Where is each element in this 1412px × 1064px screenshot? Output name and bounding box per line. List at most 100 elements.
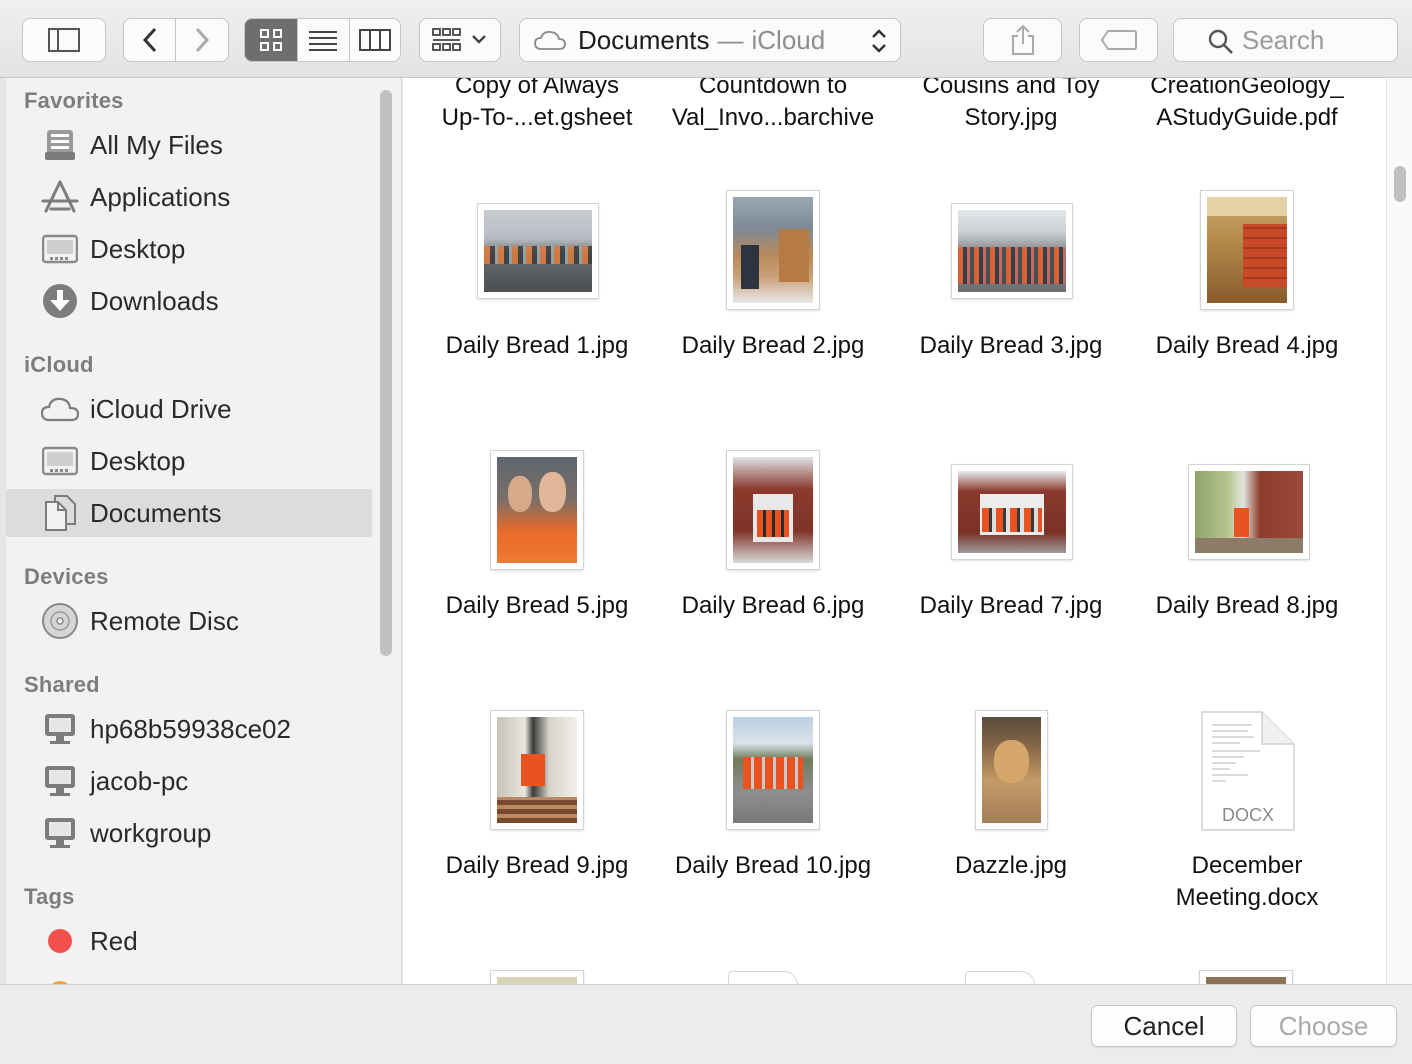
- file-label: Dazzle.jpg: [954, 852, 1068, 879]
- sidebar-item-tag-orange[interactable]: [6, 969, 372, 984]
- forward-button[interactable]: [176, 19, 228, 61]
- file-item[interactable]: Countdown to Val_Invo...barchive: [655, 78, 891, 134]
- arrange-button[interactable]: [419, 18, 501, 62]
- sidebar-item-label: hp68b59938ce02: [90, 713, 291, 744]
- icon-view-button[interactable]: [245, 19, 299, 61]
- sidebar-item-documents[interactable]: Documents: [6, 489, 372, 537]
- content-scrollbar[interactable]: [1386, 78, 1412, 984]
- file-label: Daily Bread 7.jpg: [919, 592, 1103, 619]
- file-label: Daily Bread 10.jpg: [674, 852, 872, 879]
- sidebar-item-remote-disc[interactable]: Remote Disc: [6, 597, 372, 645]
- sidebar-item-label: Remote Disc: [90, 605, 239, 636]
- cancel-button[interactable]: Cancel: [1091, 1005, 1237, 1047]
- file-name-line: Meeting.docx: [1175, 884, 1319, 911]
- applications-icon: [40, 177, 80, 217]
- chevron-down-icon: [472, 35, 486, 44]
- file-name-line: December: [1191, 852, 1303, 879]
- sidebar-item-downloads[interactable]: Downloads: [6, 277, 372, 325]
- desktop-icon: [40, 441, 80, 481]
- grid-icon: [260, 29, 283, 51]
- view-mode-control: [244, 18, 401, 62]
- image-thumbnail[interactable]: [976, 711, 1047, 829]
- arrange-grid-icon: [432, 28, 486, 51]
- file-name-line: Cousins and Toy: [922, 78, 1100, 99]
- file-name-line: Val_Invo...barchive: [671, 104, 875, 131]
- sidebar: Favorites All My Files Applications Desk…: [6, 78, 402, 984]
- file-label: Daily Bread 5.jpg: [445, 592, 629, 619]
- image-thumbnail[interactable]: [1189, 465, 1309, 559]
- sidebar-item-applications[interactable]: Applications: [6, 173, 372, 221]
- search-placeholder: Search: [1242, 24, 1325, 55]
- computer-icon: [40, 709, 80, 749]
- document-thumbnail[interactable]: [728, 971, 798, 984]
- chevron-right-icon: [195, 27, 210, 53]
- sidebar-toggle-button[interactable]: [22, 18, 106, 62]
- image-thumbnail[interactable]: [1200, 971, 1292, 984]
- all-files-icon: [40, 125, 80, 165]
- sidebar-item-label: All My Files: [90, 129, 223, 160]
- disc-icon: [40, 601, 80, 641]
- image-thumbnail[interactable]: [727, 191, 819, 309]
- file-name-line: Story.jpg: [964, 104, 1058, 131]
- cloud-icon: [40, 389, 80, 429]
- list-icon: [309, 31, 338, 51]
- search-field[interactable]: Search: [1173, 18, 1398, 62]
- sidebar-item-shared-jacob-pc[interactable]: jacob-pc: [6, 757, 372, 805]
- image-thumbnail[interactable]: [952, 204, 1072, 298]
- path-popup[interactable]: Documents — iCloud: [519, 18, 901, 62]
- image-thumbnail[interactable]: [491, 711, 583, 829]
- chevron-left-icon: [142, 27, 156, 53]
- file-label: Daily Bread 3.jpg: [919, 332, 1103, 359]
- choose-button[interactable]: Choose: [1250, 1005, 1397, 1047]
- back-button[interactable]: [124, 19, 177, 61]
- tag-button[interactable]: [1079, 18, 1158, 62]
- sidebar-item-label: Downloads: [90, 285, 219, 316]
- file-name-line: Up-To-...et.gsheet: [441, 104, 633, 131]
- dialog-footer: Cancel Choose: [0, 984, 1412, 1064]
- path-folder-name: Documents: [578, 24, 710, 55]
- docx-badge: DOCX: [1221, 805, 1274, 825]
- computer-icon: [40, 761, 80, 801]
- file-label: Daily Bread 2.jpg: [681, 332, 865, 359]
- file-item[interactable]: Copy of Always Up-To-...et.gsheet: [419, 78, 655, 134]
- image-thumbnail[interactable]: [727, 451, 819, 569]
- sidebar-item-tag-red[interactable]: Red: [6, 917, 372, 965]
- file-label: Daily Bread 6.jpg: [681, 592, 865, 619]
- sidebar-item-label: Desktop: [90, 233, 186, 264]
- document-thumbnail[interactable]: [965, 971, 1035, 984]
- tag-icon: [1100, 30, 1137, 50]
- back-forward-control: [123, 18, 229, 62]
- computer-icon: [40, 813, 80, 853]
- file-name-line: Countdown to: [698, 78, 848, 99]
- image-thumbnail[interactable]: [491, 451, 583, 569]
- file-name-line: CreationGeology_: [1150, 78, 1344, 99]
- scrollbar-thumb[interactable]: [1394, 166, 1406, 202]
- sidebar-item-all-my-files[interactable]: All My Files: [6, 121, 372, 169]
- image-thumbnail[interactable]: [478, 204, 598, 298]
- sidebar-item-shared-hp[interactable]: hp68b59938ce02: [6, 705, 372, 753]
- share-button[interactable]: [983, 18, 1062, 62]
- file-item[interactable]: CreationGeology_ AStudyGuide.pdf: [1129, 78, 1365, 134]
- file-name-line: Copy of Always: [454, 78, 620, 99]
- sidebar-item-desktop[interactable]: Desktop: [6, 225, 372, 273]
- image-thumbnail[interactable]: [727, 711, 819, 829]
- sidebar-item-icloud-desktop[interactable]: Desktop: [6, 437, 372, 485]
- columns-icon: [358, 29, 391, 51]
- image-thumbnail[interactable]: [952, 465, 1072, 559]
- sidebar-item-icloud-drive[interactable]: iCloud Drive: [6, 385, 372, 433]
- file-item[interactable]: Cousins and Toy Story.jpg: [893, 78, 1129, 134]
- section-heading-devices: Devices: [24, 564, 109, 589]
- column-view-button[interactable]: [350, 19, 400, 61]
- sidebar-item-label: Red: [90, 925, 138, 956]
- sidebar-item-label: iCloud Drive: [90, 393, 232, 424]
- sidebar-item-shared-workgroup[interactable]: workgroup: [6, 809, 372, 857]
- docx-document-icon[interactable]: DOCX: [1200, 711, 1296, 831]
- section-heading-shared: Shared: [24, 672, 100, 697]
- orange-tag-dot-icon: [40, 973, 80, 984]
- toolbar: Documents — iCloud Search: [0, 0, 1412, 78]
- image-thumbnail[interactable]: [491, 971, 583, 984]
- list-view-button[interactable]: [298, 19, 350, 61]
- image-thumbnail[interactable]: [1201, 191, 1293, 309]
- sidebar-scrollbar[interactable]: [380, 90, 392, 656]
- share-icon: [1011, 24, 1034, 55]
